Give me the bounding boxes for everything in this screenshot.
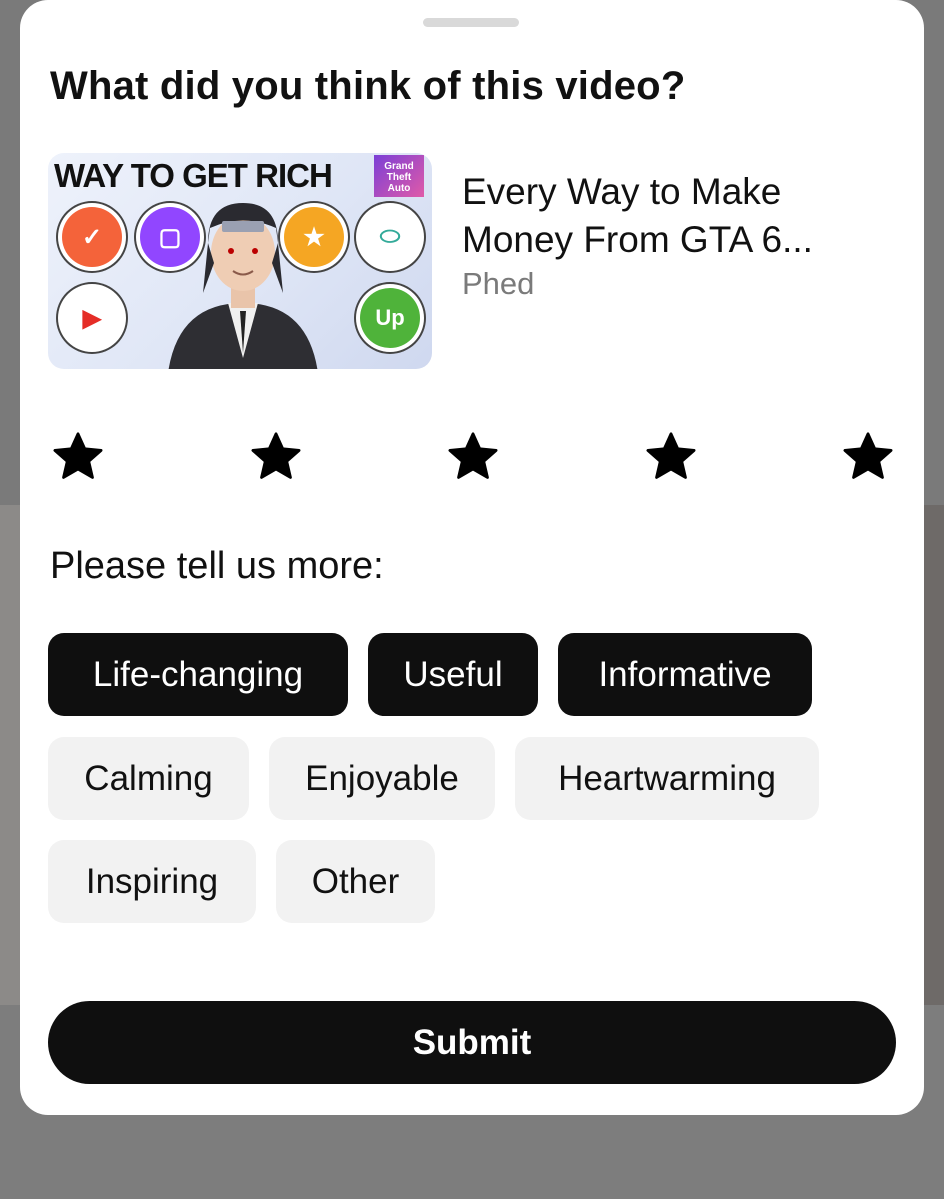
star-icon[interactable] — [445, 428, 501, 484]
star-icon[interactable] — [643, 428, 699, 484]
chip-inspiring[interactable]: Inspiring — [48, 840, 256, 923]
video-title: Every Way to Make Money From GTA 6... — [462, 171, 813, 260]
channel-name: Phed — [462, 266, 535, 301]
chip-enjoyable[interactable]: Enjoyable — [269, 737, 495, 820]
fiverr-like-icon: ✓ — [62, 207, 122, 267]
chip-informative[interactable]: Informative — [558, 633, 812, 716]
star-icon[interactable] — [840, 428, 896, 484]
chip-calming[interactable]: Calming — [48, 737, 249, 820]
chip-life-changing[interactable]: Life-changing — [48, 633, 348, 716]
video-thumbnail: WAY TO GET RICH Grand Theft Auto ✓ ▢ ★ ⬭ ▶… — [48, 153, 432, 369]
chip-useful[interactable]: Useful — [368, 633, 538, 716]
gta-logo: Grand Theft Auto — [374, 155, 424, 197]
feedback-prompt: Please tell us more: — [50, 545, 384, 587]
character-illustration — [168, 203, 318, 369]
pill-icon: ⬭ — [360, 207, 420, 267]
youtube-icon: ▶ — [62, 288, 122, 348]
chip-other[interactable]: Other — [276, 840, 435, 923]
star-icon[interactable] — [50, 428, 106, 484]
star-rating — [50, 428, 896, 484]
submit-button[interactable]: Submit — [48, 1001, 896, 1084]
rating-sheet: What did you think of this video? WAY TO… — [20, 0, 924, 1115]
sheet-grabber[interactable] — [423, 18, 519, 27]
chip-heartwarming[interactable]: Heartwarming — [515, 737, 819, 820]
sheet-title: What did you think of this video? — [50, 64, 686, 108]
upwork-icon: Up — [360, 288, 420, 348]
star-icon[interactable] — [248, 428, 304, 484]
